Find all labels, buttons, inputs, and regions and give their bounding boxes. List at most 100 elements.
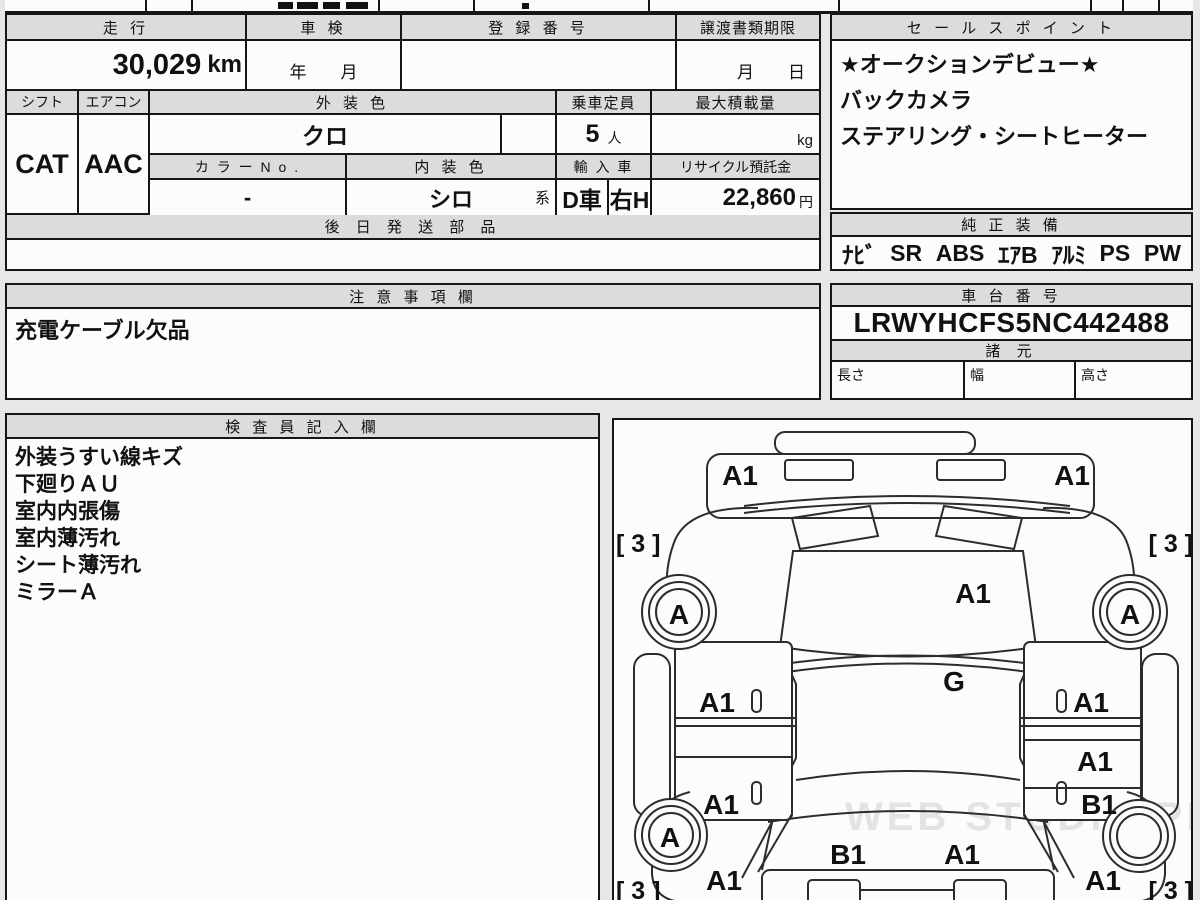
- inspector-header: 検 査 員 記 入 欄: [7, 415, 598, 439]
- color-no-header: カ ラ ー N o .: [150, 155, 347, 180]
- equipment-item: PS: [1099, 239, 1131, 266]
- interior-color-header: 内 装 色: [347, 155, 557, 180]
- inspection-header: 車 検: [247, 15, 402, 41]
- inspector-line: 室内内張傷: [15, 500, 120, 523]
- inspection-header-label: 車 検: [300, 19, 347, 37]
- inspector-line: シート薄汚れ: [15, 554, 141, 577]
- mark-door-front-left: A1: [699, 687, 735, 718]
- shift-cell: CAT: [7, 115, 79, 215]
- width-label: 幅: [970, 367, 984, 383]
- import-header: 輸 入 車: [557, 155, 652, 180]
- sales-point-header: セ ー ル ス ポ イ ン ト: [832, 15, 1191, 41]
- divider: [1122, 0, 1124, 11]
- chassis-header: 車 台 番 号: [832, 285, 1191, 307]
- max-load-cell: kg: [652, 115, 819, 155]
- equipment-header: 純 正 装 備: [832, 214, 1191, 237]
- mark-cowl: G: [943, 666, 965, 697]
- aircon-cell: AAC: [79, 115, 150, 215]
- sales-point-line: バックカメラ: [840, 88, 973, 113]
- shift-header: シフト: [7, 91, 79, 115]
- mark-quarter-right-lower: B1: [1081, 789, 1117, 820]
- capacity-cell: 5 人: [557, 115, 652, 155]
- auction-sheet: 走 行 車 検 登 録 番 号 譲渡書類期限 30,029 km 年 月 月 日…: [0, 0, 1200, 900]
- later-parts-label: 後 日 発 送 部 品: [324, 219, 502, 236]
- mark-fender-rear-right: A1: [1085, 865, 1121, 896]
- mark-wheel-rear-left: A: [660, 822, 680, 853]
- later-parts-header: 後 日 発 送 部 品: [7, 215, 819, 240]
- mark-wheel-front-left: A: [669, 599, 689, 630]
- inspection-month-label: 月: [340, 63, 358, 82]
- max-load-header: 最大積載量: [652, 91, 819, 115]
- sales-point-header-label: セ ー ル ス ポ イ ン ト: [906, 19, 1117, 37]
- inspector-line: 外装うすい線キズ: [15, 446, 183, 469]
- capacity-unit: 人: [607, 130, 622, 146]
- mark-tire-rear-right: [ 3 ]: [1149, 877, 1191, 900]
- shift-value: CAT: [15, 148, 69, 179]
- capacity-header-label: 乗車定員: [571, 94, 636, 112]
- interior-color-suffix: 系: [534, 190, 550, 207]
- mark-door-rear-left: A1: [703, 789, 739, 820]
- transfer-deadline-cell: 月 日: [677, 41, 819, 91]
- equipment-header-label: 純 正 装 備: [961, 217, 1062, 234]
- transfer-month-label: 月: [737, 63, 754, 82]
- inspection-year-label: 年: [289, 63, 307, 82]
- width-cell: 幅: [965, 362, 1076, 398]
- chassis-header-label: 車 台 番 号: [961, 287, 1062, 305]
- registration-header-label: 登 録 番 号: [488, 19, 589, 37]
- aircon-header: エアコン: [79, 91, 150, 115]
- caution-line: 充電ケーブル欠品: [15, 318, 190, 343]
- specs-header-label: 諸 元: [985, 343, 1038, 360]
- mark-front-bumper-left: A1: [722, 460, 758, 491]
- mileage-value: 30,029: [112, 48, 202, 81]
- inspector-line: 室内薄汚れ: [15, 527, 120, 550]
- sales-point-line: ★オークションデビュー★: [840, 52, 1100, 77]
- height-label: 高さ: [1081, 367, 1109, 383]
- mark-tire-rear-left: [ 3 ]: [616, 877, 660, 900]
- later-parts-cell: [7, 240, 819, 269]
- cautions-header: 注 意 事 項 欄: [7, 285, 819, 309]
- inspector-content: 外装うすい線キズ 下廻りＡＵ 室内内張傷 室内薄汚れ シート薄汚れ ミラーＡ: [7, 439, 598, 611]
- inspection-cell: 年 月: [247, 41, 402, 91]
- cautions-box: 注 意 事 項 欄 充電ケーブル欠品: [5, 283, 821, 400]
- equipment-item: ﾅﾋﾞ: [842, 242, 877, 268]
- equipment-item: SR: [890, 239, 923, 266]
- aircon-header-label: エアコン: [85, 94, 142, 110]
- clipped-text-fragment: [346, 2, 368, 9]
- exterior-color-cell: クロ: [150, 115, 502, 155]
- import-value-1: D車: [562, 186, 602, 213]
- recycle-unit: 円: [799, 193, 813, 210]
- max-load-header-label: 最大積載量: [695, 94, 776, 112]
- divider: [648, 0, 650, 11]
- equipment-item: ABS: [935, 239, 985, 266]
- equipment-list: ﾅﾋﾞ SR ABS ｴｱB ｱﾙﾐ PS PW: [832, 237, 1191, 269]
- recycle-header-label: リサイクル預託金: [679, 158, 792, 175]
- exterior-color-header: 外 装 色: [150, 91, 557, 115]
- recycle-header: リサイクル預託金: [652, 155, 819, 180]
- vehicle-info-table: 走 行 車 検 登 録 番 号 譲渡書類期限 30,029 km 年 月 月 日…: [5, 13, 821, 271]
- equipment-item: ｱﾙﾐ: [1051, 242, 1086, 268]
- inspector-line: 下廻りＡＵ: [15, 473, 120, 496]
- mileage-header: 走 行: [7, 15, 247, 41]
- mileage-unit: km: [207, 51, 242, 78]
- import-header-label: 輸 入 車: [573, 158, 634, 175]
- recycle-value: 22,860: [722, 183, 796, 211]
- sales-point-box: セ ー ル ス ポ イ ン ト ★オークションデビュー★ バックカメラ ステアリ…: [830, 13, 1193, 210]
- interior-color-cell: シロ 系: [347, 180, 557, 215]
- clipped-text-fragment: [278, 2, 293, 9]
- divider: [191, 0, 193, 11]
- divider: [473, 0, 475, 11]
- exterior-color-label: 外 装 色: [315, 94, 390, 112]
- aircon-value: AAC: [84, 148, 143, 179]
- equipment-item: PW: [1143, 239, 1181, 266]
- cautions-content: 充電ケーブル欠品: [7, 309, 819, 349]
- mark-quarter-right-upper: A1: [1077, 746, 1113, 777]
- chassis-number-cell: LRWYHCFS5NC442488: [832, 307, 1191, 341]
- clipped-header-row: [5, 0, 1193, 14]
- divider: [145, 0, 147, 11]
- cautions-header-label: 注 意 事 項 欄: [349, 288, 477, 306]
- clipped-text-fragment: [522, 3, 529, 9]
- chassis-number: LRWYHCFS5NC442488: [853, 307, 1170, 338]
- color-no-header-label: カ ラ ー N o .: [194, 158, 301, 175]
- mark-door-front-right: A1: [1073, 687, 1109, 718]
- mark-windshield: A1: [955, 578, 991, 609]
